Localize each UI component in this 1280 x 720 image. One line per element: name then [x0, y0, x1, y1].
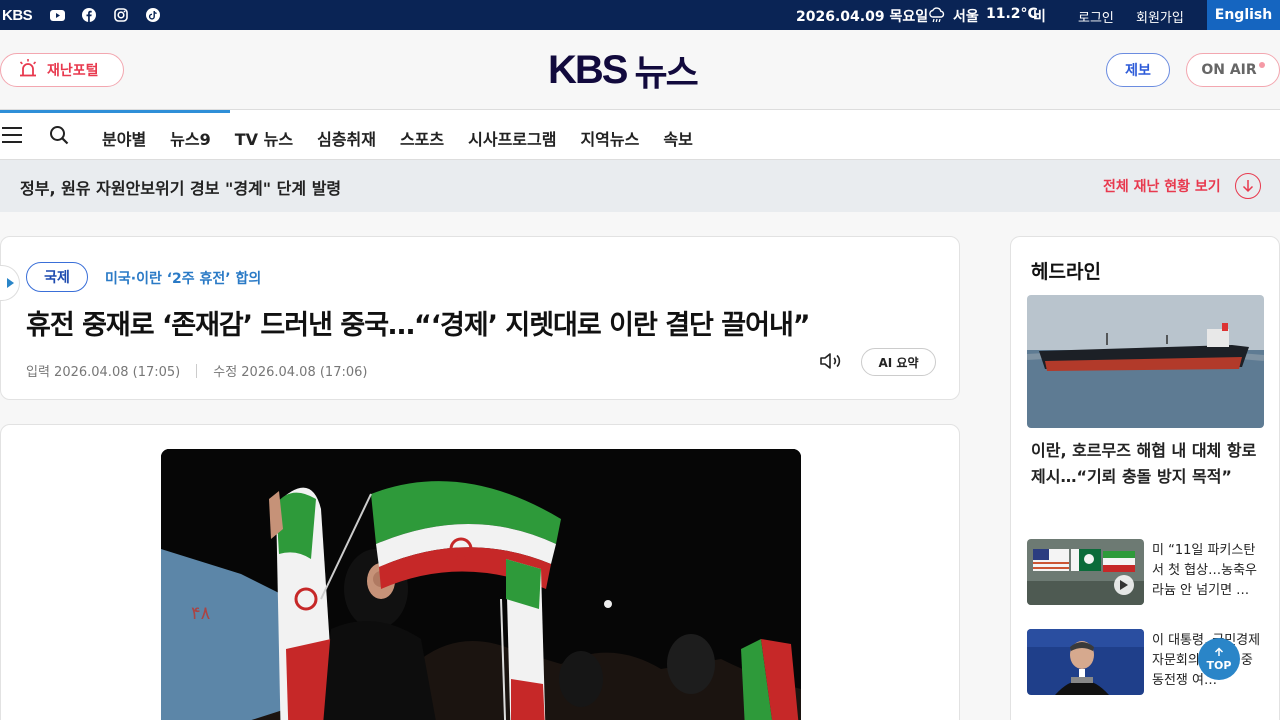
- sidebar-title: 헤드라인: [1031, 261, 1101, 283]
- article-photo[interactable]: ۴۸: [161, 449, 801, 720]
- logo-kbs-text: KBS: [548, 47, 628, 92]
- article-dates: 입력 2026.04.08 (17:05) 수정 2026.04.08 (17:…: [26, 361, 367, 380]
- article-headline: 휴전 중재로 ‘존재감’ 드러낸 중국…“‘경제’ 지렛대로 이란 결단 끌어내…: [26, 310, 811, 341]
- top-button-label: TOP: [1206, 658, 1232, 672]
- headline-item-text: 미 “11일 파키스탄서 첫 협상…농축우라늄 안 넘기면 …: [1152, 543, 1257, 598]
- rain-cloud-icon: [928, 6, 946, 28]
- view-all-disasters-link[interactable]: 전체 재난 현황 보기: [1103, 176, 1221, 196]
- alert-message[interactable]: 정부, 원유 자원안보위기 경보 "경계" 단계 발령: [20, 175, 341, 199]
- date-divider: [196, 363, 198, 378]
- top-bar: KBS 2026.04.09 목요일 서울 11.2°C 비 로그인 회원가입 …: [0, 0, 1280, 30]
- english-button[interactable]: English: [1207, 0, 1280, 30]
- headline-list-item[interactable]: 미 “11일 파키스탄서 첫 협상…농축우라늄 안 넘기면 …: [1027, 539, 1267, 605]
- arrow-up-icon: [1214, 646, 1224, 660]
- play-icon: [1114, 575, 1134, 595]
- scroll-to-top-button[interactable]: TOP: [1198, 638, 1240, 680]
- arrow-down-icon[interactable]: [1235, 173, 1261, 199]
- reading-progress-bar: [0, 110, 230, 113]
- nav-item-current-affairs[interactable]: 시사프로그램: [468, 126, 556, 150]
- search-icon[interactable]: [49, 125, 69, 149]
- modified-date: 수정 2026.04.08 (17:06): [213, 365, 368, 380]
- on-air-label: ON AIR: [1201, 62, 1257, 78]
- disaster-portal-button[interactable]: 재난포털: [0, 53, 124, 87]
- login-link[interactable]: 로그인: [1078, 7, 1114, 26]
- weather-city: 서울: [953, 9, 979, 25]
- siren-icon: [17, 58, 39, 82]
- published-date: 입력 2026.04.08 (17:05): [26, 365, 181, 380]
- tip-button[interactable]: 제보: [1106, 53, 1170, 87]
- facebook-icon[interactable]: [81, 7, 97, 23]
- article-header: 국제 미국·이란 ‘2주 휴전’ 합의 휴전 중재로 ‘존재감’ 드러낸 중국……: [0, 236, 960, 400]
- menu-icon[interactable]: [2, 127, 22, 143]
- main-nav: 분야별 뉴스9 TV 뉴스 심층취재 스포츠 시사프로그램 지역뉴스 속보: [0, 110, 1280, 160]
- on-air-button[interactable]: ON AIR: [1186, 53, 1280, 87]
- signup-link[interactable]: 회원가입: [1136, 7, 1184, 26]
- nav-item-sports[interactable]: 스포츠: [400, 126, 444, 150]
- weather-condition: 비: [1033, 9, 1046, 25]
- site-header: 재난포털 KBS 뉴스 제보 ON AIR: [0, 30, 1280, 110]
- nav-item-in-depth[interactable]: 심층취재: [317, 126, 376, 150]
- ai-summary-button[interactable]: AI 요약: [861, 348, 936, 376]
- kbs-logo-small[interactable]: KBS: [2, 7, 33, 24]
- nav-item-breaking[interactable]: 속보: [663, 126, 692, 150]
- nav-item-tv-news[interactable]: TV 뉴스: [235, 126, 293, 150]
- kbs-news-logo[interactable]: KBS 뉴스: [548, 47, 699, 95]
- category-badge[interactable]: 국제: [26, 262, 88, 292]
- nav-menu: 분야별 뉴스9 TV 뉴스 심층취재 스포츠 시사프로그램 지역뉴스 속보: [102, 126, 717, 150]
- nav-item-news9[interactable]: 뉴스9: [170, 126, 211, 150]
- youtube-icon[interactable]: [49, 7, 65, 23]
- weather-temperature: 11.2°C: [986, 6, 1038, 22]
- headline-main-title[interactable]: 이란, 호르무즈 해협 내 대체 항로 제시…“기뢰 충돌 방지 목적”: [1031, 438, 1266, 490]
- live-dot-icon: [1258, 62, 1265, 68]
- headline-sidebar: 헤드라인 이란, 호르무즈 해협 내 대체 항로 제시…“기뢰 충돌 방지 목적…: [1010, 236, 1280, 720]
- side-panel-toggle-icon[interactable]: [0, 265, 20, 301]
- speaker-icon[interactable]: [819, 351, 845, 375]
- nav-item-local-news[interactable]: 지역뉴스: [580, 126, 639, 150]
- headline-item-thumbnail: [1027, 539, 1144, 605]
- disaster-alert-bar: 정부, 원유 자원안보위기 경보 "경계" 단계 발령 전체 재난 현황 보기: [0, 160, 1280, 212]
- tiktok-icon[interactable]: [145, 7, 161, 23]
- headline-main-thumbnail[interactable]: [1027, 295, 1264, 428]
- instagram-icon[interactable]: [113, 7, 129, 23]
- topic-link[interactable]: 미국·이란 ‘2주 휴전’ 합의: [105, 268, 261, 288]
- headline-item-thumbnail: [1027, 629, 1144, 695]
- logo-news-text: 뉴스: [634, 53, 698, 94]
- svg-text:۴۸: ۴۸: [191, 603, 211, 624]
- disaster-portal-label: 재난포털: [47, 63, 99, 79]
- current-date: 2026.04.09 목요일: [796, 9, 929, 25]
- article-body: ۴۸: [0, 424, 960, 720]
- nav-item-category[interactable]: 분야별: [102, 126, 146, 150]
